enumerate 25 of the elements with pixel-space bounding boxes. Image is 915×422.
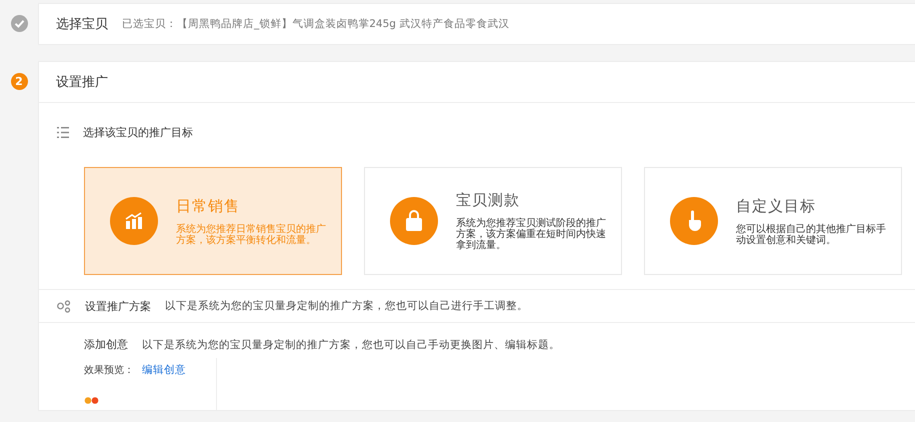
preview-label: 效果预览：	[84, 365, 134, 376]
goal-title: 日常销售	[176, 196, 241, 216]
goal-title: 自定义目标	[736, 196, 817, 216]
section-title: 选择该宝贝的推广目标	[83, 124, 193, 140]
check-circle-icon	[10, 15, 28, 32]
bar-chart-icon	[124, 211, 144, 231]
bag-icon	[404, 210, 424, 232]
step-title: 设置推广	[56, 74, 108, 91]
goal-description: 系统为您推荐宝贝测试阶段的推广方案，该方案偏重在短时间内快速拿到流量。	[456, 218, 606, 251]
loading-dots-icon	[84, 397, 100, 404]
goal-card[interactable]: 自定义目标 您可以根据自己的其他推广目标手动设置创意和关键词。	[644, 167, 902, 275]
share-nodes-icon	[57, 300, 71, 312]
step-number: 2	[10, 73, 28, 90]
goal-title: 宝贝测款	[456, 191, 521, 210]
edit-creative-link[interactable]: 编辑创意	[142, 364, 186, 376]
step-title: 选择宝贝	[56, 16, 108, 33]
section-title: 添加创意	[84, 337, 128, 352]
list-icon	[57, 126, 69, 138]
goal-card[interactable]: 宝贝测款 系统为您推荐宝贝测试阶段的推广方案，该方案偏重在短时间内快速拿到流量。	[364, 167, 622, 275]
goal-description: 您可以根据自己的其他推广目标手动设置创意和关键词。	[736, 224, 886, 246]
goal-description: 系统为您推荐日常销售宝贝的推广方案，该方案平衡转化和流量。	[176, 224, 326, 246]
selected-item-summary: 已选宝贝：【周黑鸭品牌店_锁鲜】气调盒装卤鸭掌245g 武汉特产食品零食武汉	[122, 17, 510, 31]
section-note: 以下是系统为您的宝贝量身定制的推广方案，您也可以自己手动更换图片、编辑标题。	[142, 338, 560, 352]
section-title: 设置推广方案	[85, 298, 151, 314]
section-note: 以下是系统为您的宝贝量身定制的推广方案，您也可以自己进行手工调整。	[165, 299, 528, 313]
